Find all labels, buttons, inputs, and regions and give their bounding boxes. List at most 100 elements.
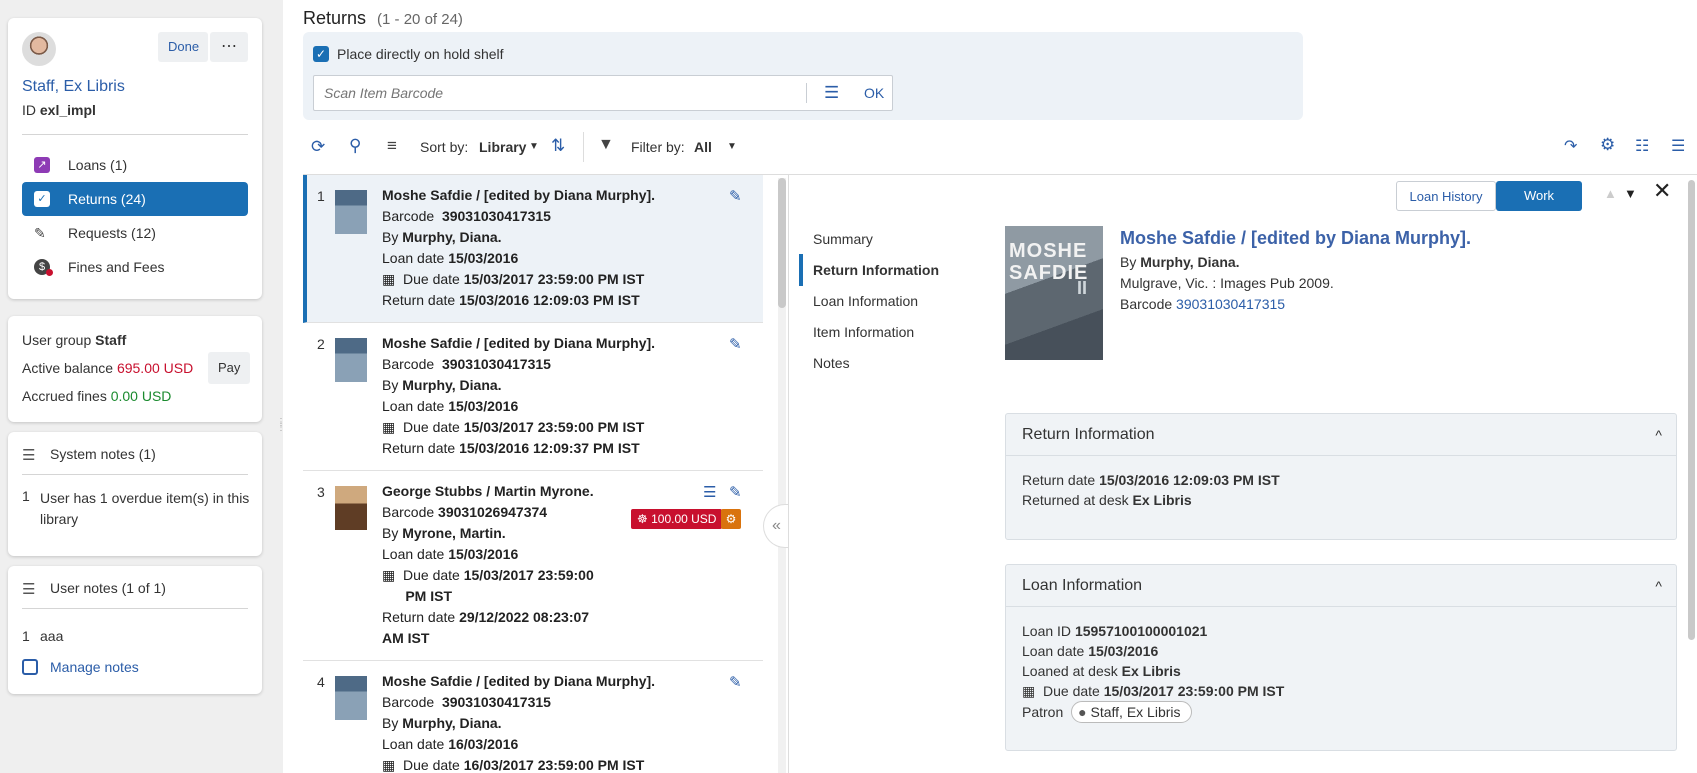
loan-information-header[interactable]: Loan Information ^ <box>1006 565 1676 607</box>
tab-notes[interactable]: Notes <box>813 355 850 371</box>
nav-returns[interactable]: ✓ Returns (24) <box>22 182 248 216</box>
fine-badge[interactable]: ☸ 100.00 USD <box>631 509 723 529</box>
list-icon[interactable]: ☰ <box>824 83 839 103</box>
item-title[interactable]: George Stubbs / Martin Myrone. <box>382 483 594 499</box>
item-author: Murphy, Diana. <box>402 229 502 245</box>
item-title[interactable]: Moshe Safdie / [edited by Diana Murphy]. <box>382 673 655 689</box>
pay-button[interactable]: Pay <box>208 352 250 384</box>
due-date: 16/03/2017 23:59:00 PM IST <box>463 757 645 773</box>
nav-fines[interactable]: $ Fines and Fees <box>22 250 248 284</box>
filter-icon[interactable]: ▼ <box>598 136 614 154</box>
sort-direction-icon[interactable]: ⇅ <box>551 136 565 156</box>
scrollbar-thumb[interactable] <box>778 178 786 308</box>
sort-icon[interactable]: ≡ <box>387 136 397 156</box>
patron-chip[interactable]: ● Staff, Ex Libris <box>1071 701 1192 723</box>
ok-button[interactable]: OK <box>864 85 884 101</box>
due-date: 15/03/2017 23:59:00 <box>463 567 594 583</box>
avatar[interactable] <box>22 32 56 66</box>
divider <box>583 132 584 162</box>
list-item[interactable]: 2 Moshe Safdie / [edited by Diana Murphy… <box>303 323 763 471</box>
list-item[interactable]: 4 Moshe Safdie / [edited by Diana Murphy… <box>303 661 763 773</box>
book-cover: MOSHE SAFDIE II <box>1005 226 1103 360</box>
manage-notes-link[interactable]: Manage notes <box>50 659 139 675</box>
request-icon[interactable]: ✎ <box>729 187 742 205</box>
item-title[interactable]: Moshe Safdie / [edited by Diana Murphy]. <box>382 187 655 203</box>
user-notes-title[interactable]: User notes (1 of 1) <box>50 580 166 596</box>
tab-item-information[interactable]: Item Information <box>813 324 914 340</box>
nav-requests[interactable]: ✎ Requests (12) <box>22 216 248 250</box>
done-button[interactable]: Done <box>158 32 208 62</box>
nav-loans[interactable]: ↗ Loans (1) <box>22 148 248 182</box>
close-icon[interactable]: ✕ <box>1653 180 1671 202</box>
hold-shelf-checkbox[interactable]: ✓ <box>313 46 329 62</box>
request-icon[interactable]: ✎ <box>729 673 742 691</box>
detail-title[interactable]: Moshe Safdie / [edited by Diana Murphy]. <box>1120 228 1471 249</box>
request-icon[interactable]: ✎ <box>729 483 742 501</box>
due-date: 15/03/2017 23:59:00 PM IST <box>1103 683 1285 699</box>
return-information-section: Return Information ^ Return date 15/03/2… <box>1005 413 1677 540</box>
user-name[interactable]: Staff, Ex Libris <box>22 78 125 96</box>
manage-notes-icon <box>22 659 38 675</box>
active-balance-value: 695.00 USD <box>116 360 194 376</box>
refresh-icon[interactable]: ⟳ <box>311 137 325 157</box>
divider <box>806 83 807 103</box>
item-details: Moshe Safdie / [edited by Diana Murphy].… <box>382 671 655 773</box>
barcode-link[interactable]: 39031030417315 <box>1176 296 1285 312</box>
user-group-label: User group <box>22 332 92 348</box>
chevron-down-icon[interactable]: ▼ <box>1624 186 1637 201</box>
returned-desk-label: Returned at desk <box>1022 492 1129 508</box>
due-date: 15/03/2017 23:59:00 PM IST <box>463 271 645 287</box>
patron-label: Patron <box>1022 704 1064 720</box>
loan-information-body: Loan ID 15957100100001021 Loan date 15/0… <box>1006 607 1676 737</box>
export-icon[interactable]: ↷ <box>1564 136 1577 156</box>
notes-icon[interactable]: ☰ <box>703 483 716 501</box>
request-icon[interactable]: ✎ <box>729 335 742 353</box>
list-item[interactable]: 1 Moshe Safdie / [edited by Diana Murphy… <box>303 175 763 323</box>
chevron-up-icon[interactable]: ▲ <box>1604 186 1617 201</box>
divider <box>22 134 248 135</box>
item-barcode: 39031030417315 <box>441 208 551 224</box>
gear-icon[interactable]: ⚙ <box>1600 135 1615 155</box>
loans-icon: ↗ <box>34 157 50 173</box>
by-label: By <box>382 229 399 245</box>
sort-label: Sort by: <box>420 139 469 155</box>
requests-icon: ✎ <box>34 225 46 241</box>
tab-loan-information[interactable]: Loan Information <box>813 293 918 309</box>
item-barcode: 39031026947374 <box>438 504 548 520</box>
loan-date-label: Loan date <box>382 398 445 414</box>
fine-amount: 100.00 USD <box>651 512 717 526</box>
scan-barcode-input[interactable] <box>314 76 804 110</box>
chevron-up-icon[interactable]: ^ <box>1655 414 1662 456</box>
sort-value[interactable]: Library <box>479 139 526 155</box>
tab-return-information[interactable]: Return Information <box>813 262 939 278</box>
return-information-header[interactable]: Return Information ^ <box>1006 414 1676 456</box>
sidebar-resize-handle[interactable]: ⋮⋮ <box>276 418 286 454</box>
return-date-cont: AM IST <box>382 630 430 646</box>
chevron-down-icon[interactable]: ▼ <box>529 141 539 152</box>
calendar-icon: ▦ <box>382 567 396 583</box>
search-icon[interactable]: ⚲ <box>349 136 361 156</box>
toolbar: ⟳ ⚲ ≡ Sort by: Library ▼ ⇅ ▼ Filter by: … <box>303 130 1697 166</box>
work-order-button[interactable]: Work Order <box>1496 181 1582 233</box>
system-notes-title[interactable]: System notes (1) <box>50 446 156 462</box>
split-view-icon[interactable]: ☷ <box>1635 136 1649 156</box>
item-barcode: 39031030417315 <box>441 356 551 372</box>
lost-item-icon[interactable]: ⚙ <box>721 509 741 529</box>
list-view-icon[interactable]: ☰ <box>1671 136 1685 156</box>
due-date: 15/03/2017 23:59:00 PM IST <box>463 419 645 435</box>
chevron-up-icon[interactable]: ^ <box>1655 565 1662 607</box>
list-item[interactable]: 3 George Stubbs / Martin Myrone. Barcode… <box>303 471 763 661</box>
chevron-down-icon[interactable]: ▼ <box>727 141 737 152</box>
item-author: Myrone, Martin. <box>402 525 506 541</box>
active-tab-indicator <box>799 254 803 286</box>
detail-scrollbar[interactable] <box>1688 180 1695 640</box>
list-scrollbar[interactable] <box>778 178 786 773</box>
item-title[interactable]: Moshe Safdie / [edited by Diana Murphy]. <box>382 335 655 351</box>
filter-value[interactable]: All <box>694 139 712 155</box>
returned-desk: Ex Libris <box>1132 492 1192 508</box>
more-button[interactable]: ⋯ <box>210 32 248 62</box>
loan-history-button[interactable]: Loan History <box>1396 181 1496 211</box>
tab-summary[interactable]: Summary <box>813 231 873 247</box>
item-author: Murphy, Diana. <box>402 715 502 731</box>
by-label: By <box>382 715 399 731</box>
